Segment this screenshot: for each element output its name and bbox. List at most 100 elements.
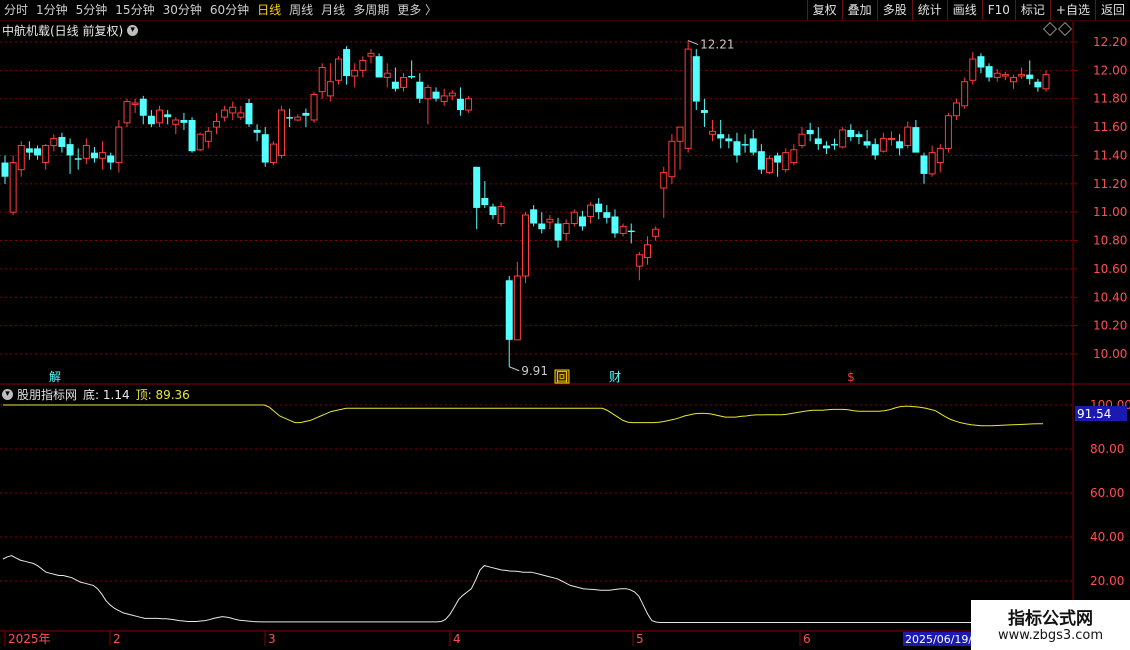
candle-body	[920, 155, 928, 174]
candle-body	[741, 144, 749, 146]
candle-body	[1034, 81, 1042, 88]
price-tick-label: 11.00	[1093, 205, 1127, 219]
candle-body	[440, 95, 448, 103]
indicator-tick-label: 80.00	[1090, 442, 1124, 456]
candle-body	[400, 76, 408, 88]
candle-body	[733, 141, 741, 156]
date-label: 2	[113, 632, 121, 646]
candle-body	[505, 280, 513, 340]
chart-canvas[interactable]: 12.20 12.00 11.80 11.60 11.40 11.20 11.00 10.80…	[0, 0, 1130, 650]
indicator-top-line	[3, 404, 1043, 427]
price-tick-label: 11.40	[1093, 148, 1127, 162]
date-label: 2025年	[8, 632, 51, 646]
low-label: 9.91	[521, 364, 548, 378]
candle-body	[334, 58, 342, 81]
candle-body	[855, 134, 863, 138]
candle-body	[481, 198, 489, 206]
candle-body	[798, 133, 806, 147]
date-label: 5	[636, 632, 644, 646]
candle-body	[359, 59, 367, 71]
candle-body	[326, 81, 334, 97]
candle-body	[814, 138, 822, 145]
candle-body	[684, 48, 692, 149]
high-marker	[687, 40, 699, 46]
candle-body	[1, 162, 9, 177]
candle-body	[196, 133, 204, 151]
event-badge: 解	[49, 370, 61, 384]
candle-body	[147, 115, 155, 125]
candle-body	[294, 116, 302, 121]
candle-body	[904, 126, 912, 147]
price-tick-label: 11.60	[1093, 120, 1127, 134]
candle-body	[115, 126, 123, 164]
candle-body	[652, 228, 660, 237]
candle-body	[107, 155, 115, 163]
candle-body	[253, 129, 261, 133]
candle-body	[570, 211, 578, 225]
candle-body	[757, 151, 765, 170]
candle-body	[530, 209, 538, 224]
price-tick-label: 11.80	[1093, 92, 1127, 106]
candle-body	[725, 138, 733, 142]
candle-body	[123, 101, 131, 124]
candle-body	[156, 109, 164, 124]
candle-body	[74, 158, 82, 160]
date-label: 6	[803, 632, 811, 646]
price-tick-label: 10.40	[1093, 290, 1127, 304]
candle-body	[863, 141, 871, 146]
event-badge: $	[847, 370, 855, 384]
candle-body	[302, 112, 310, 116]
candle-body	[164, 114, 172, 118]
candle-body	[17, 145, 25, 171]
candle-body	[261, 134, 269, 163]
candle-body	[595, 203, 603, 213]
candle-body	[969, 58, 977, 81]
candle-body	[871, 144, 879, 156]
candle-body	[66, 144, 74, 156]
price-tick-label: 10.60	[1093, 262, 1127, 276]
candle-body	[465, 98, 473, 111]
candle-body	[34, 148, 42, 156]
watermark-url: www.zbgs3.com	[997, 628, 1104, 643]
candle-body	[278, 109, 286, 156]
candle-body	[50, 137, 58, 147]
candle-body	[554, 223, 562, 241]
candle-body	[180, 120, 188, 123]
candle-body	[42, 145, 50, 164]
candle-body	[643, 244, 651, 259]
candle-body	[489, 206, 497, 216]
candle-body	[131, 102, 139, 105]
candle-body	[82, 145, 90, 159]
candle-body	[188, 120, 196, 152]
candle-body	[90, 152, 98, 159]
candle-body	[765, 157, 773, 173]
date-label: 3	[268, 632, 276, 646]
candle-body	[1026, 74, 1034, 79]
candle-body	[229, 106, 237, 114]
candle-body	[522, 214, 529, 277]
candle-body	[700, 110, 708, 113]
candle-body	[1018, 74, 1026, 77]
candle-body	[619, 225, 627, 234]
candle-body	[587, 204, 595, 217]
price-tick-label: 10.20	[1093, 319, 1127, 333]
candle-body	[839, 129, 847, 148]
candle-body	[887, 137, 895, 140]
price-tick-label: 12.20	[1093, 35, 1127, 49]
candle-body	[603, 212, 611, 218]
candle-body	[822, 145, 830, 149]
price-tick-label: 10.80	[1093, 234, 1127, 248]
candle-body	[635, 254, 643, 267]
candle-body	[692, 56, 700, 102]
candle-body	[456, 98, 464, 111]
candle-body	[676, 126, 684, 142]
candle-body	[58, 137, 66, 147]
candle-body	[562, 223, 570, 234]
candle-body	[912, 127, 920, 153]
candle-body	[473, 166, 481, 208]
candle-body	[831, 144, 839, 146]
candle-body	[717, 134, 725, 139]
candle-body	[749, 138, 757, 153]
candle-body	[416, 81, 424, 99]
low-marker	[509, 366, 520, 372]
